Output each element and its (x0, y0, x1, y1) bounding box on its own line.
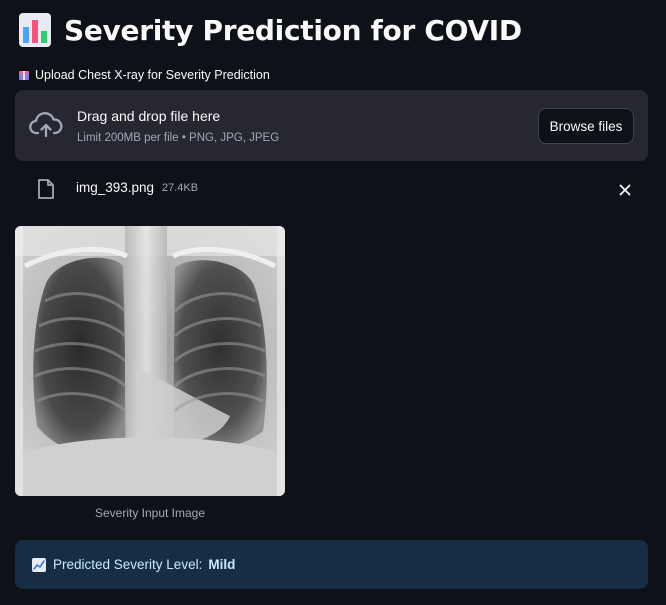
chart-increasing-icon (32, 557, 46, 572)
result-prefix: Predicted Severity Level: (53, 557, 203, 572)
drop-instructions: Drag and drop file here (77, 108, 221, 124)
cloud-upload-icon (29, 112, 63, 138)
remove-file-button[interactable] (615, 180, 635, 200)
file-limit-text: Limit 200MB per file • PNG, JPG, JPEG (77, 132, 280, 144)
browse-files-button[interactable]: Browse files (538, 108, 634, 144)
file-icon (38, 179, 54, 199)
page-header: Severity Prediction for COVID (18, 12, 522, 48)
close-icon (619, 184, 631, 196)
image-caption: Severity Input Image (94, 506, 206, 520)
severity-value: Mild (208, 557, 236, 572)
uploaded-file-row: img_393.png 27.4KB (15, 174, 648, 206)
file-size: 27.4KB (162, 182, 199, 194)
uploader-label: Upload Chest X-ray for Severity Predicti… (18, 68, 270, 82)
package-icon (19, 71, 29, 80)
xray-picture (15, 226, 285, 496)
bar-chart-icon (19, 13, 51, 47)
prediction-result: Predicted Severity Level: Mild (15, 540, 648, 589)
chest-xray-image (15, 226, 285, 496)
page-title: Severity Prediction for COVID (64, 13, 522, 47)
file-dropzone[interactable]: Drag and drop file here Limit 200MB per … (15, 90, 648, 161)
uploader-label-text: Upload Chest X-ray for Severity Predicti… (35, 68, 270, 82)
file-name: img_393.png (76, 180, 155, 195)
